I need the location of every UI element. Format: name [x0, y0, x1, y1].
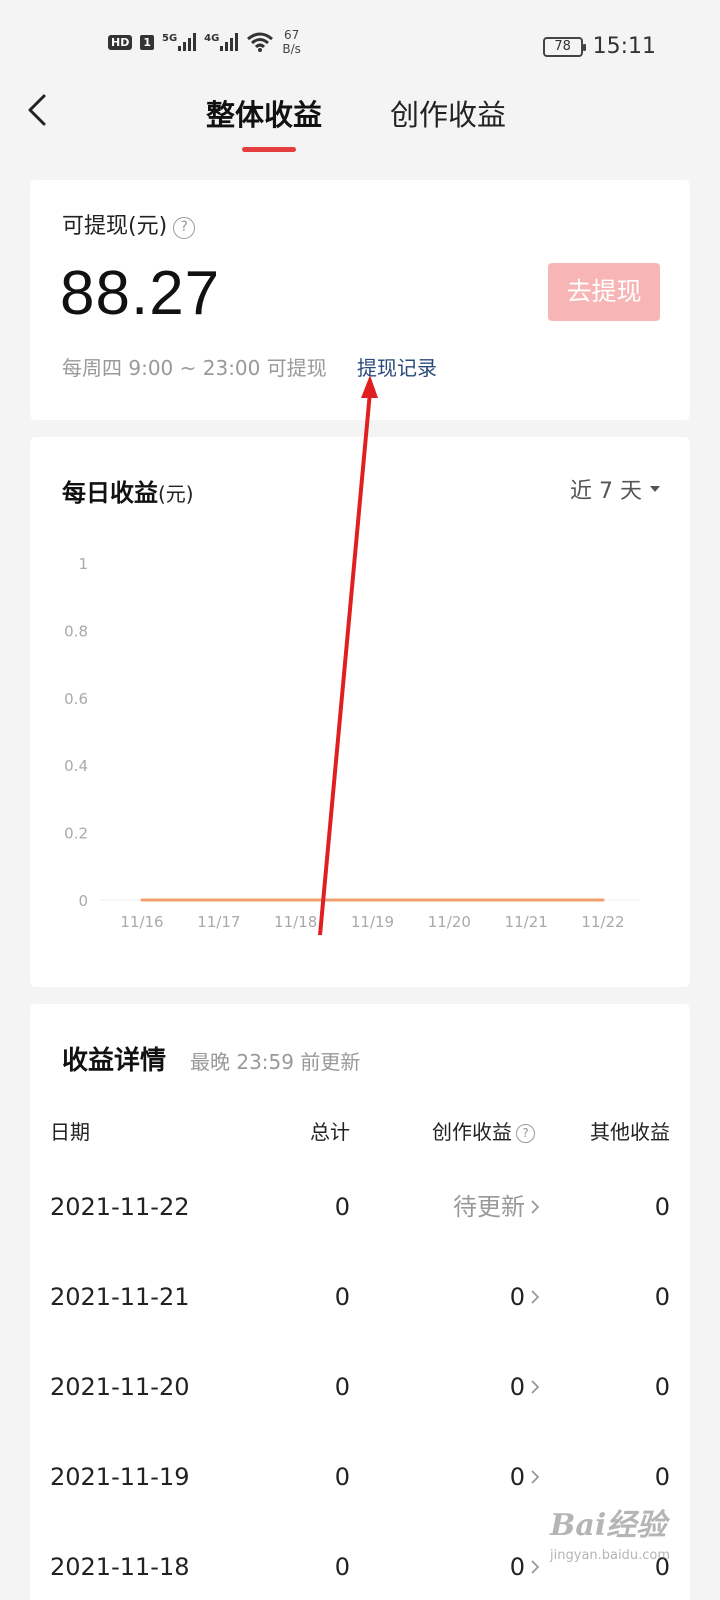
row-other: 0	[654, 1373, 670, 1401]
data-point	[447, 898, 451, 902]
header: 整体收益 创作收益	[0, 90, 720, 160]
clock: 15:11	[592, 34, 656, 59]
chevron-right-icon	[531, 1470, 540, 1484]
data-point	[371, 898, 374, 902]
row-other: 0	[654, 1463, 670, 1491]
daily-earnings-chart: 1 0.8 0.6 0.4 0.2 0 11/16 11/17 11/18 11/19 11/20 1…	[64, 555, 640, 931]
details-update-note: 最晚 23:59 前更新	[190, 1050, 361, 1074]
tab-overall-earnings[interactable]: 整体收益	[206, 92, 322, 134]
y-tick-label: 0.4	[64, 757, 88, 775]
status-icons-right: 78 15:11	[542, 34, 656, 59]
x-tick-label: 11/20	[428, 913, 471, 931]
row-total: 0	[334, 1553, 350, 1581]
data-point	[217, 898, 221, 902]
y-tick-label: 0.8	[64, 622, 88, 640]
status-icons-left: HD 1 5G 4G 67 B/s	[108, 28, 301, 56]
network-type-label: 4G	[204, 33, 220, 44]
x-tick-label: 11/22	[581, 913, 624, 931]
signal-icon: 5G	[162, 33, 197, 51]
sim-icon: 1	[140, 34, 154, 50]
network-speed-value: 67	[283, 28, 300, 42]
x-tick-label: 11/19	[351, 913, 394, 931]
row-date: 2021-11-20	[50, 1373, 190, 1401]
withdraw-records-link[interactable]: 提现记录	[357, 352, 437, 381]
tab-creation-earnings[interactable]: 创作收益	[390, 92, 506, 134]
network-type-label: 5G	[162, 33, 178, 44]
row-other: 0	[654, 1283, 670, 1311]
hd-icon: HD	[108, 34, 133, 50]
row-total: 0	[334, 1373, 350, 1401]
withdrawable-amount: 88.27	[60, 259, 221, 328]
battery-icon: 78	[542, 36, 586, 57]
y-tick-label: 0	[78, 892, 88, 910]
data-point	[294, 898, 298, 902]
watermark-logo: Bai经验	[550, 1508, 667, 1543]
column-header-date: 日期	[50, 1120, 90, 1144]
table-row: 2021-11-20 0 0 0	[30, 1372, 690, 1462]
row-creation-earnings[interactable]: 0	[510, 1372, 525, 1402]
signal-icon: 4G	[204, 33, 239, 51]
row-total: 0	[334, 1193, 350, 1221]
balance-card: 可提现(元)? 88.27 去提现 每周四 9:00 ~ 23:00 可提现 提…	[30, 180, 690, 420]
y-tick-label: 0.6	[64, 690, 88, 708]
data-point	[524, 898, 528, 902]
active-tab-indicator	[242, 147, 296, 152]
x-tick-label: 11/21	[505, 913, 548, 931]
watermark: Bai经验 jingyan.baidu.com	[550, 1500, 670, 1563]
daily-earnings-card: 每日收益(元) 近 7 天 1 0.8 0.6 0.4 0.2 0 11/16 11/17 11…	[30, 437, 690, 987]
table-row: 2021-11-22 0 待更新 0	[30, 1192, 690, 1282]
watermark-url: jingyan.baidu.com	[550, 1548, 670, 1563]
data-point	[601, 898, 605, 902]
help-icon[interactable]: ?	[516, 1124, 535, 1143]
row-date: 2021-11-22	[50, 1193, 190, 1221]
y-tick-label: 0.2	[64, 825, 88, 843]
row-other: 0	[654, 1193, 670, 1221]
row-total: 0	[334, 1283, 350, 1311]
x-tick-label: 11/18	[274, 913, 317, 931]
withdrawable-label: 可提现(元)?	[62, 208, 196, 240]
x-tick-label: 11/17	[197, 913, 240, 931]
row-total: 0	[334, 1463, 350, 1491]
wifi-icon	[247, 32, 274, 52]
row-creation-earnings[interactable]: 待更新	[453, 1192, 525, 1222]
status-bar: HD 1 5G 4G 67 B/s 78 15:11	[0, 0, 720, 90]
chevron-right-icon	[531, 1290, 540, 1304]
back-icon[interactable]	[22, 92, 58, 128]
details-title: 收益详情	[62, 1046, 167, 1076]
withdraw-button[interactable]: 去提现	[548, 263, 660, 321]
table-row: 2021-11-21 0 0 0	[30, 1282, 690, 1372]
network-speed-unit: B/s	[282, 42, 301, 56]
withdraw-time-hint: 每周四 9:00 ~ 23:00 可提现	[62, 356, 327, 380]
chevron-right-icon	[531, 1380, 540, 1394]
column-header-creation: 创作收益?	[432, 1116, 535, 1145]
row-date: 2021-11-21	[50, 1283, 190, 1311]
y-tick-label: 1	[78, 555, 88, 573]
help-icon[interactable]: ?	[173, 217, 196, 239]
data-point	[140, 898, 144, 902]
row-creation-earnings[interactable]: 0	[510, 1552, 525, 1582]
row-date: 2021-11-18	[50, 1553, 190, 1581]
chevron-right-icon	[531, 1560, 540, 1574]
withdrawable-label-text: 可提现(元)	[62, 214, 168, 239]
column-header-creation-text: 创作收益	[432, 1120, 512, 1144]
row-creation-earnings[interactable]: 0	[510, 1462, 525, 1492]
row-creation-earnings[interactable]: 0	[510, 1282, 525, 1312]
x-tick-label: 11/16	[120, 913, 163, 931]
column-header-other: 其他收益	[590, 1120, 670, 1144]
network-speed: 67 B/s	[282, 28, 301, 56]
row-date: 2021-11-19	[50, 1463, 190, 1491]
column-header-total: 总计	[310, 1120, 350, 1144]
chevron-right-icon	[531, 1200, 540, 1214]
